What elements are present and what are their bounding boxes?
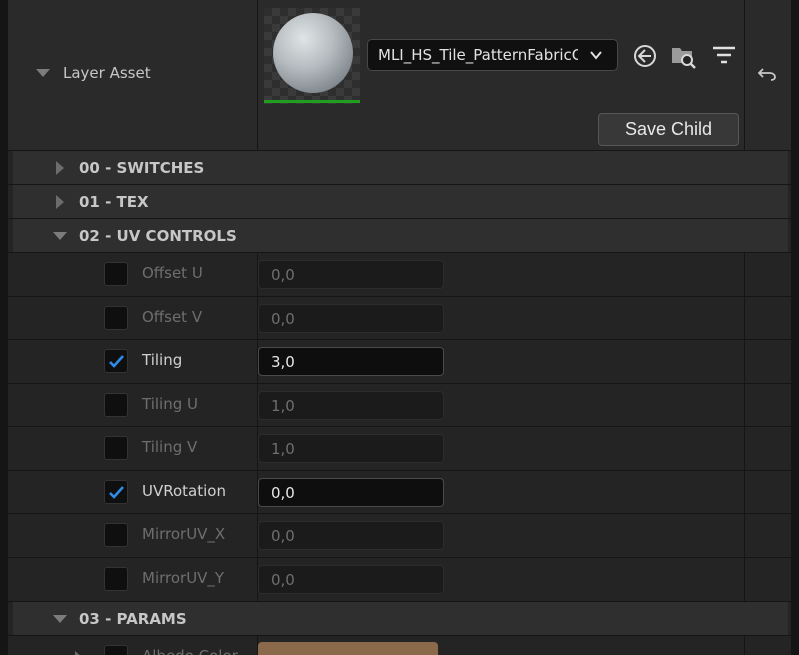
checkmark-icon	[109, 355, 124, 368]
material-layer-panel: Layer Asset MLI_HS_Tile_PatternFabricC S…	[8, 0, 791, 655]
param-enable-checkbox[interactable]	[104, 523, 128, 547]
column-divider	[257, 0, 258, 150]
param-row-tiling-u: Tiling U 1,0	[13, 384, 788, 427]
param-label: UVRotation	[142, 482, 226, 500]
collapse-triangle-icon[interactable]	[36, 69, 50, 77]
param-row-offset-u: Offset U 0,0	[13, 253, 788, 296]
param-value-input[interactable]: 0,0	[258, 565, 444, 594]
collapse-triangle-icon[interactable]	[53, 231, 67, 240]
param-row-tiling: Tiling 3,0	[13, 340, 788, 383]
row-divider	[8, 296, 791, 297]
param-label: Offset U	[142, 264, 203, 282]
filter-icon[interactable]	[711, 43, 737, 69]
param-enable-checkbox[interactable]	[104, 645, 128, 655]
category-tex[interactable]: 01 - TEX	[13, 185, 788, 218]
param-enable-checkbox[interactable]	[104, 306, 128, 330]
column-divider	[744, 0, 745, 150]
layer-asset-label: Layer Asset	[63, 64, 151, 82]
row-divider	[8, 513, 791, 514]
param-label: MirrorUV_Y	[142, 569, 225, 587]
browse-folder-icon[interactable]	[670, 43, 696, 69]
row-divider	[8, 150, 791, 151]
row-divider	[8, 470, 791, 471]
param-enable-checkbox[interactable]	[104, 262, 128, 286]
reset-arrow-icon[interactable]	[757, 66, 777, 82]
row-divider	[8, 252, 791, 253]
material-preview-sphere	[273, 13, 353, 93]
layer-asset-row: Layer Asset MLI_HS_Tile_PatternFabricC S…	[8, 0, 791, 150]
asset-picker-dropdown[interactable]: MLI_HS_Tile_PatternFabricC	[367, 39, 618, 71]
row-divider	[8, 426, 791, 427]
category-label: 02 - UV CONTROLS	[79, 226, 237, 245]
row-divider	[8, 339, 791, 340]
param-enable-checkbox[interactable]	[104, 393, 128, 417]
param-row-mirror-uv-y: MirrorUV_Y 0,0	[13, 558, 788, 601]
param-value-input[interactable]: 1,0	[258, 391, 444, 420]
param-value-input[interactable]: 0,0	[258, 478, 444, 507]
param-label: Tiling V	[142, 438, 198, 456]
param-value-input[interactable]: 0,0	[258, 521, 444, 550]
row-divider	[8, 383, 791, 384]
param-label: Tiling	[142, 351, 183, 369]
param-row-tiling-v: Tiling V 1,0	[13, 427, 788, 470]
checkmark-icon	[109, 486, 124, 499]
row-divider	[8, 635, 791, 636]
asset-picker-value: MLI_HS_Tile_PatternFabricC	[378, 46, 578, 64]
param-row-offset-v: Offset V 0,0	[13, 297, 788, 340]
column-divider	[257, 636, 258, 655]
category-label: 00 - SWITCHES	[79, 158, 205, 177]
param-enable-checkbox[interactable]	[104, 436, 128, 460]
layer-asset-header[interactable]: Layer Asset	[36, 64, 151, 82]
row-divider	[8, 557, 791, 558]
param-row-mirror-uv-x: MirrorUV_X 0,0	[13, 514, 788, 557]
param-label: Offset V	[142, 308, 203, 326]
expand-triangle-icon[interactable]	[56, 194, 64, 209]
back-arrow-icon[interactable]	[632, 43, 658, 69]
param-value-input[interactable]: 0,0	[258, 304, 444, 333]
thumbnail-asset-type-bar	[264, 100, 360, 103]
category-uv-controls[interactable]: 02 - UV CONTROLS	[13, 219, 788, 252]
param-row-uv-rotation: UVRotation 0,0	[13, 471, 788, 514]
save-child-button[interactable]: Save Child	[598, 113, 739, 146]
expand-triangle-icon[interactable]	[56, 160, 64, 175]
param-value-input[interactable]: 0,0	[258, 260, 444, 289]
param-enable-checkbox[interactable]	[104, 349, 128, 373]
expand-triangle-icon[interactable]	[75, 651, 83, 655]
category-switches[interactable]: 00 - SWITCHES	[13, 151, 788, 184]
category-label: 03 - PARAMS	[79, 609, 187, 628]
category-params[interactable]: 03 - PARAMS	[13, 602, 788, 635]
param-label: Albedo Color	[142, 647, 238, 655]
category-label: 01 - TEX	[79, 192, 149, 211]
row-divider	[8, 601, 791, 602]
asset-thumbnail[interactable]	[264, 8, 360, 104]
row-divider	[8, 184, 791, 185]
collapse-triangle-icon[interactable]	[53, 614, 67, 623]
param-value-input[interactable]: 3,0	[258, 347, 444, 376]
chevron-down-icon	[590, 51, 602, 60]
row-divider	[8, 218, 791, 219]
column-divider	[257, 253, 258, 601]
param-label: MirrorUV_X	[142, 525, 226, 543]
param-label: Tiling U	[142, 395, 198, 413]
param-value-input[interactable]: 1,0	[258, 434, 444, 463]
param-enable-checkbox[interactable]	[104, 480, 128, 504]
albedo-color-swatch[interactable]	[258, 642, 438, 655]
column-divider	[744, 253, 745, 601]
param-enable-checkbox[interactable]	[104, 567, 128, 591]
column-divider	[744, 636, 745, 655]
